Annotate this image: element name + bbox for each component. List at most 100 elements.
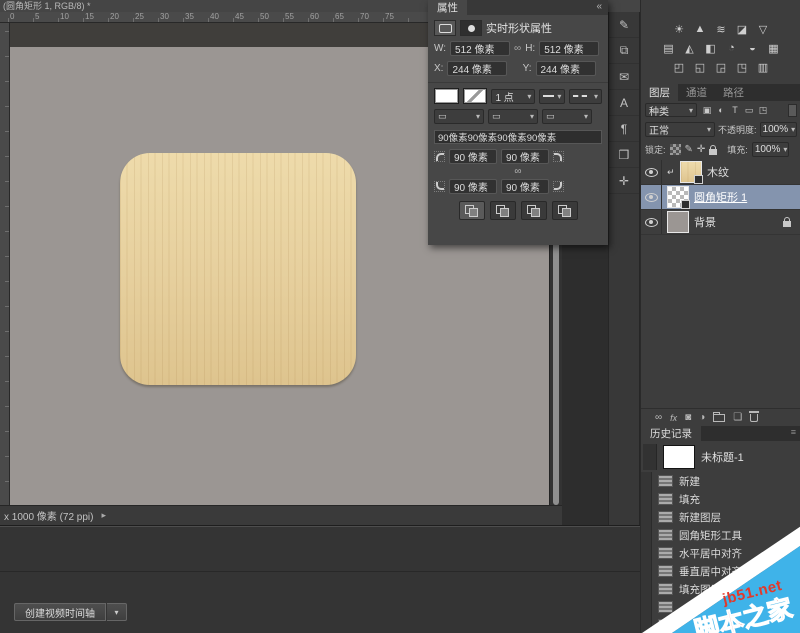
layer-filter-icon[interactable]: T [728, 104, 742, 117]
opacity-field[interactable]: 100% ▾ [760, 122, 797, 137]
stroke-caps-select[interactable]: ▭ ▾ [488, 109, 538, 124]
history-entry[interactable]: 水平居中对齐 [641, 544, 800, 562]
lock-position-icon[interactable]: ✛ [697, 144, 705, 155]
history-source-slot[interactable] [641, 616, 652, 633]
panel-icon[interactable]: ⧉ [609, 38, 639, 64]
delete-layer-icon[interactable] [750, 414, 758, 422]
panel-menu-icon[interactable]: ≡ [786, 426, 800, 441]
history-entry[interactable]: 新建 [641, 472, 800, 490]
y-field[interactable]: 244 像素 [536, 61, 596, 76]
adjustment-icon[interactable]: ◭ [681, 41, 698, 55]
adjustment-layer-icon[interactable]: ◑ [699, 413, 705, 423]
adjustment-icon[interactable]: ▥ [755, 60, 772, 74]
scrollbar-thumb[interactable] [553, 228, 559, 505]
history-source-slot[interactable] [641, 598, 652, 616]
adjustment-icon[interactable]: ◲ [713, 60, 730, 74]
stroke-width-field[interactable]: 1 点 ▾ [491, 89, 535, 104]
link-layers-icon[interactable]: ∞ [655, 413, 662, 423]
history-source-slot[interactable] [641, 472, 652, 490]
adjustment-icon[interactable]: ☀ [671, 22, 688, 36]
tab-history[interactable]: 历史记录 [641, 426, 701, 441]
layer-thumbnail[interactable] [680, 161, 702, 183]
layer-row-wood[interactable]: ↵ 木纹 [641, 160, 800, 185]
layer-filter-icon[interactable]: ▣ [700, 104, 714, 117]
top-left-radius-field[interactable]: 90 像素 [449, 149, 497, 164]
adjustment-icon[interactable]: ▤ [660, 41, 677, 55]
history-entry[interactable]: 垂直居中对齐 [641, 562, 800, 580]
link-radius-icon[interactable]: ∞ [428, 166, 608, 177]
adjustment-icon[interactable]: ◒ [744, 41, 761, 55]
adjustment-icon[interactable]: ▽ [755, 22, 772, 36]
snapshot-name[interactable]: 未标题-1 [701, 449, 744, 465]
lock-all-icon[interactable] [709, 149, 717, 155]
layer-thumbnail[interactable] [667, 211, 689, 233]
path-op-intersect-button[interactable] [521, 201, 547, 220]
adjustment-icon[interactable]: ◪ [734, 22, 751, 36]
stroke-color-swatch[interactable] [463, 88, 488, 104]
height-field[interactable]: 512 像素 [539, 41, 599, 56]
history-source-slot[interactable] [641, 490, 652, 508]
tab-properties[interactable]: 属性 [428, 0, 467, 15]
panel-icon[interactable]: ✛ [609, 168, 639, 194]
collapse-panel-icon[interactable]: « [590, 0, 608, 15]
history-entry[interactable] [641, 616, 800, 633]
layer-filter-icon[interactable]: ◐ [714, 104, 728, 117]
vertical-ruler[interactable] [0, 23, 10, 505]
dash-options-select[interactable]: ▾ [569, 89, 602, 104]
bottom-right-radius-field[interactable]: 90 像素 [501, 179, 549, 194]
layer-row-background[interactable]: 背景 [641, 210, 800, 235]
adjustment-icon[interactable]: ◔ [723, 41, 740, 55]
stroke-type-select[interactable]: ▾ [539, 89, 565, 104]
panel-tab[interactable]: 图层 [641, 84, 678, 101]
history-source-slot[interactable] [641, 508, 652, 526]
panel-icon[interactable]: ❒ [609, 142, 639, 168]
visibility-toggle[interactable] [641, 185, 662, 209]
filter-toggle-icon[interactable] [788, 104, 797, 117]
fill-color-swatch[interactable] [434, 88, 459, 104]
path-op-subtract-button[interactable] [490, 201, 516, 220]
history-entry[interactable]: 新建图层 [641, 508, 800, 526]
layer-filter-icon[interactable]: ▭ [742, 104, 756, 117]
layer-thumbnail[interactable] [667, 186, 689, 208]
layer-name[interactable]: 背景 [694, 214, 716, 230]
filter-kind-select[interactable]: 种类 ▾ [645, 103, 697, 117]
adjustment-icon[interactable]: ▦ [765, 41, 782, 55]
lock-transparent-pixels-icon[interactable] [670, 144, 681, 155]
history-source-slot[interactable] [641, 544, 652, 562]
adjustment-icon[interactable]: ◰ [671, 60, 688, 74]
new-group-icon[interactable] [713, 414, 725, 422]
layer-row-rounded-rectangle[interactable]: 圆角矩形 1 [641, 185, 800, 210]
shape-properties-icon[interactable] [434, 20, 456, 36]
mask-properties-icon[interactable] [460, 20, 482, 36]
layer-style-icon[interactable]: fx [670, 413, 677, 423]
timeline-dropdown-button[interactable]: ▾ [107, 603, 127, 621]
history-entry[interactable] [641, 598, 800, 616]
x-field[interactable]: 244 像素 [447, 61, 507, 76]
top-right-radius-field[interactable]: 90 像素 [501, 149, 549, 164]
layer-name[interactable]: 圆角矩形 1 [694, 189, 747, 205]
history-source-slot[interactable] [641, 580, 652, 598]
stroke-align-select[interactable]: ▭ ▾ [434, 109, 484, 124]
new-layer-icon[interactable]: ❏ [733, 413, 742, 423]
history-entry[interactable]: 圆角矩形工具 [641, 526, 800, 544]
visibility-toggle[interactable] [641, 210, 662, 234]
panel-icon[interactable]: A [609, 90, 639, 116]
blend-mode-select[interactable]: 正常 ▾ [645, 122, 715, 137]
panel-tab[interactable]: 通道 [678, 84, 715, 101]
layer-filter-icon[interactable]: ◳ [756, 104, 770, 117]
create-video-timeline-button[interactable]: 创建视频时间轴 [14, 603, 106, 621]
adjustment-icon[interactable]: ◳ [734, 60, 751, 74]
history-brush-slot[interactable] [643, 444, 657, 470]
link-wh-icon[interactable]: ∞ [514, 43, 521, 54]
width-field[interactable]: 512 像素 [450, 41, 510, 56]
panel-icon[interactable]: ✎ [609, 12, 639, 38]
visibility-toggle[interactable] [641, 160, 662, 184]
adjustment-icon[interactable]: ▲ [692, 22, 709, 36]
history-entry[interactable]: 填充图层 [641, 580, 800, 598]
panel-icon[interactable]: ✉ [609, 64, 639, 90]
history-snapshot-row[interactable]: 未标题-1 [641, 443, 800, 471]
adjustment-icon[interactable]: ◱ [692, 60, 709, 74]
radius-summary-field[interactable]: 90像素90像素90像素90像素 [434, 130, 602, 144]
panel-icon[interactable]: ¶ [609, 116, 639, 142]
history-source-slot[interactable] [641, 562, 652, 580]
